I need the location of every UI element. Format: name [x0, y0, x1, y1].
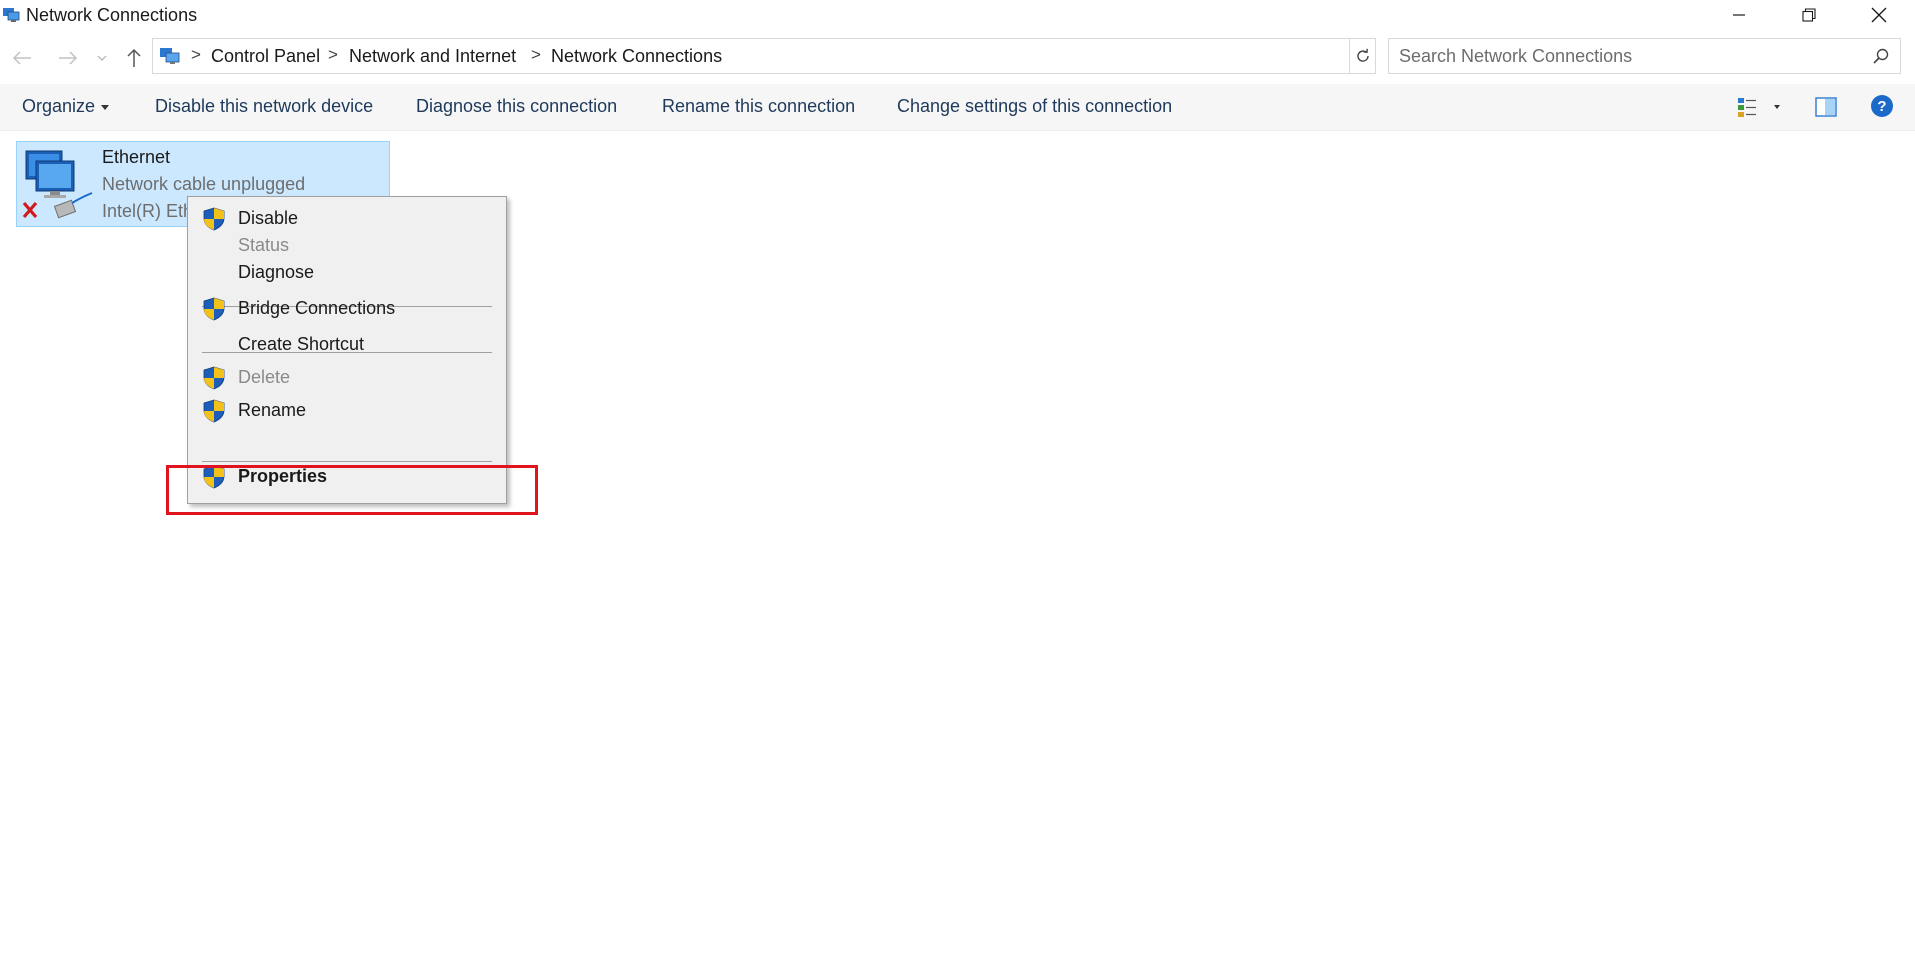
search-icon[interactable] [1872, 47, 1890, 65]
chevron-down-icon [97, 55, 107, 61]
navigation-bar: > Control Panel > Network and Internet >… [0, 38, 1915, 76]
uac-shield-icon [203, 366, 225, 390]
refresh-button[interactable] [1350, 38, 1376, 74]
organize-button[interactable]: Organize [22, 96, 110, 117]
window-title: Network Connections [26, 5, 198, 25]
breadcrumb-separator: > [328, 45, 338, 64]
breadcrumb-network-and-internet[interactable]: Network and Internet [349, 46, 516, 67]
annotation-highlight-box [166, 465, 538, 515]
restore-icon [1802, 8, 1816, 22]
search-placeholder: Search Network Connections [1399, 46, 1633, 66]
connection-device: Intel(R) Eth [102, 201, 194, 221]
disable-network-device-button[interactable]: Disable this network device [155, 96, 373, 117]
menu-item-rename[interactable]: Rename [188, 395, 506, 427]
ethernet-unplugged-icon [22, 150, 93, 219]
connection-name: Ethernet [102, 147, 171, 167]
minimize-button[interactable] [1704, 0, 1774, 30]
address-bar[interactable]: > Control Panel > Network and Internet >… [152, 38, 1489, 74]
menu-item-create-shortcut[interactable]: Create Shortcut [188, 329, 506, 361]
breadcrumb-separator: > [191, 45, 201, 64]
organize-label: Organize [22, 96, 96, 116]
menu-item-delete[interactable]: Delete [188, 362, 506, 394]
help-icon[interactable]: ? [1870, 94, 1894, 118]
change-connection-settings-button[interactable]: Change settings of this connection [897, 96, 1172, 117]
menu-item-label: Bridge Connections [238, 298, 396, 318]
breadcrumb-separator: > [531, 45, 541, 64]
context-menu: Disable Status Diagnose Bridge Connectio… [187, 196, 507, 504]
menu-item-label: Delete [238, 367, 291, 387]
rename-connection-button[interactable]: Rename this connection [662, 96, 855, 117]
close-icon [1871, 7, 1887, 23]
menu-item-diagnose[interactable]: Diagnose [188, 257, 506, 289]
close-button[interactable] [1844, 0, 1914, 30]
uac-shield-icon [203, 207, 225, 231]
menu-item-label: Create Shortcut [238, 334, 365, 354]
breadcrumb-network-connections[interactable]: Network Connections [551, 46, 722, 67]
refresh-icon [1356, 48, 1369, 62]
menu-item-label: Diagnose [238, 262, 315, 282]
caret-down-icon [101, 104, 110, 110]
menu-item-label: Disable [238, 208, 299, 228]
command-bar: Organize Disable this network device Dia… [0, 84, 1915, 131]
uac-shield-icon [203, 399, 225, 423]
uac-shield-icon [203, 297, 225, 321]
menu-item-label: Rename [238, 400, 307, 420]
change-view-icon[interactable] [1736, 94, 1782, 120]
preview-pane-icon[interactable] [1814, 96, 1838, 118]
menu-item-label: Status [238, 235, 290, 255]
network-folder-icon [160, 48, 180, 64]
forward-arrow-icon [59, 51, 78, 65]
restore-button[interactable] [1774, 0, 1844, 30]
back-arrow-icon [12, 51, 31, 65]
diagnose-connection-button[interactable]: Diagnose this connection [416, 96, 617, 117]
back-button[interactable] [10, 46, 34, 70]
search-box[interactable]: Search Network Connections [1388, 38, 1901, 74]
up-arrow-icon [127, 48, 141, 67]
connection-status: Network cable unplugged [102, 174, 306, 194]
help-glyph: ? [1877, 98, 1886, 115]
breadcrumb-control-panel[interactable]: Control Panel [211, 46, 320, 67]
title-bar: Network Connections [0, 0, 1915, 30]
menu-item-bridge-connections[interactable]: Bridge Connections [188, 293, 506, 325]
recent-locations-button[interactable] [94, 46, 110, 70]
up-button[interactable] [122, 46, 146, 70]
minimize-icon [1733, 14, 1745, 16]
network-connections-app-icon [3, 8, 20, 22]
forward-button[interactable] [56, 46, 80, 70]
